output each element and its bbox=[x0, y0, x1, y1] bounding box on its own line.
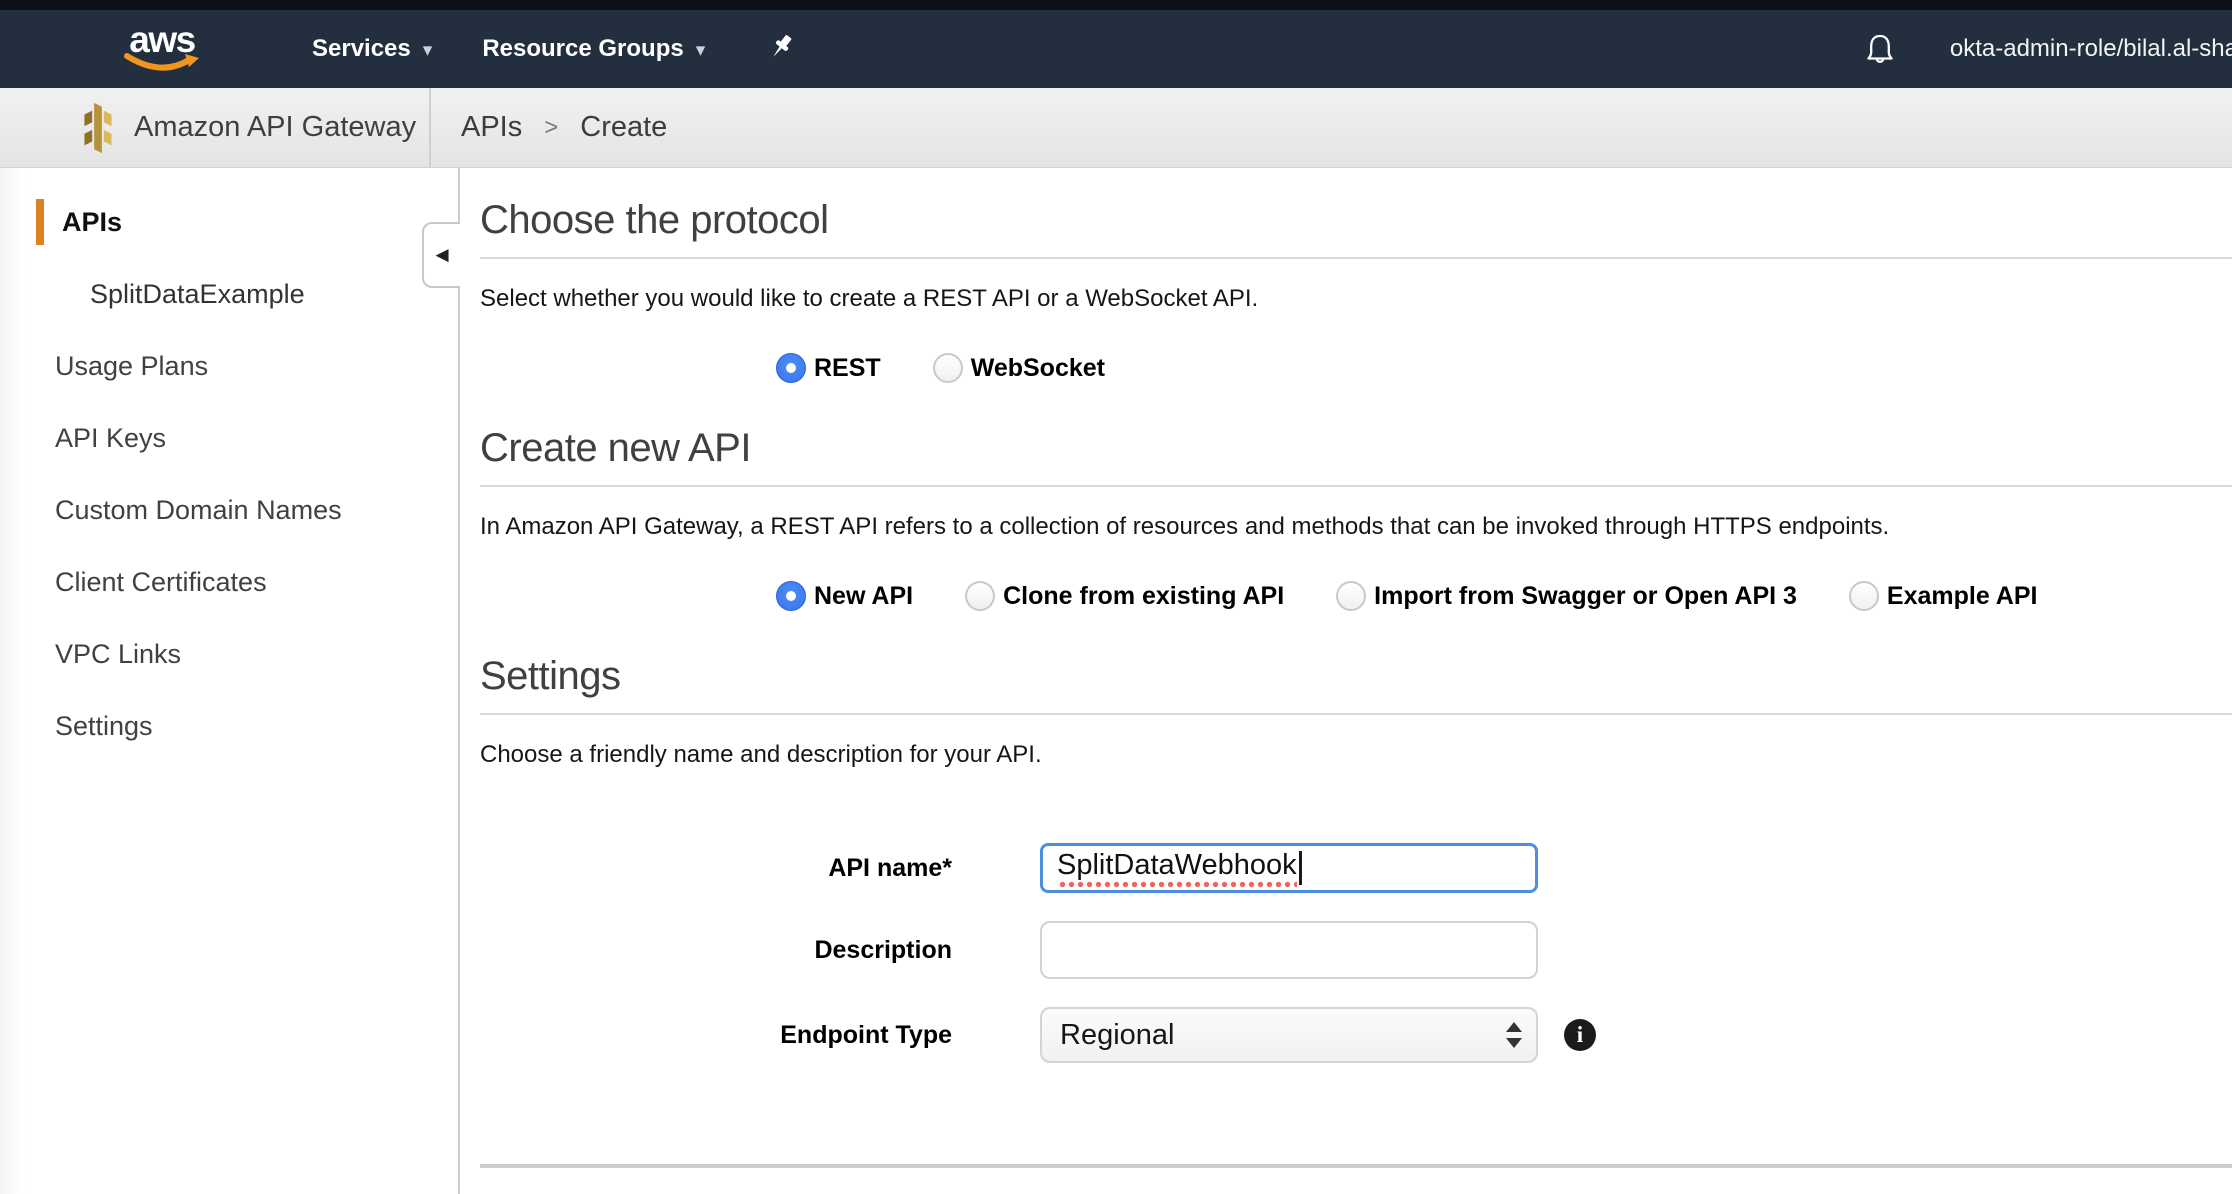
description-input[interactable] bbox=[1040, 921, 1538, 979]
sidebar-item-label: SplitDataExample bbox=[90, 279, 305, 310]
radio-option-import-swagger[interactable]: Import from Swagger or Open API 3 bbox=[1336, 581, 1797, 611]
resource-groups-caret-icon: ▾ bbox=[696, 39, 706, 61]
radio-label: Import from Swagger or Open API 3 bbox=[1374, 582, 1797, 611]
aws-logo[interactable]: aws bbox=[118, 22, 206, 73]
pin-shortcut-button[interactable] bbox=[765, 32, 797, 66]
resource-groups-label: Resource Groups bbox=[482, 35, 683, 63]
top-navbar: aws Services ▾ Resource Groups ▾ bbox=[0, 10, 2232, 88]
content-area: APIs SplitDataExample Usage Plans API Ke… bbox=[0, 168, 2232, 1194]
api-name-row: API name* SplitDataWebhook bbox=[480, 843, 2232, 893]
radio-label: REST bbox=[814, 354, 881, 383]
aws-logo-text: aws bbox=[129, 22, 194, 57]
radio-label: WebSocket bbox=[971, 354, 1105, 383]
breadcrumb-item-create: Create bbox=[580, 111, 667, 144]
radio-label: New API bbox=[814, 582, 913, 611]
breadcrumb: APIs > Create bbox=[461, 111, 667, 144]
select-arrows-icon bbox=[1506, 1022, 1522, 1048]
radio-unselected-icon[interactable] bbox=[933, 353, 963, 383]
radio-option-new-api[interactable]: New API bbox=[776, 581, 913, 611]
radio-option-example-api[interactable]: Example API bbox=[1849, 581, 2038, 611]
section-divider bbox=[480, 257, 2232, 259]
sidebar-item-label: API Keys bbox=[55, 423, 166, 454]
sidebar-collapse-button[interactable]: ◀ bbox=[422, 222, 460, 288]
sidebar-item-usage-plans[interactable]: Usage Plans bbox=[0, 330, 458, 402]
breadcrumb-item-apis[interactable]: APIs bbox=[461, 111, 522, 144]
radio-selected-icon[interactable] bbox=[776, 353, 806, 383]
radio-label: Clone from existing API bbox=[1003, 582, 1284, 611]
create-api-section-title: Create new API bbox=[480, 424, 2232, 472]
endpoint-type-select[interactable]: Regional bbox=[1040, 1007, 1538, 1063]
active-indicator bbox=[36, 199, 44, 245]
nav-item-services[interactable]: Services ▾ bbox=[312, 35, 432, 63]
service-name: Amazon API Gateway bbox=[134, 111, 416, 144]
sidebar-item-vpc-links[interactable]: VPC Links bbox=[0, 618, 458, 690]
api-name-value: SplitDataWebhook bbox=[1057, 849, 1297, 888]
api-name-label: API name* bbox=[480, 854, 952, 883]
sidebar-item-label: Usage Plans bbox=[55, 351, 208, 382]
settings-section-title: Settings bbox=[480, 652, 2232, 700]
nav-menu: Services ▾ Resource Groups ▾ bbox=[312, 10, 797, 88]
sidebar-item-client-certificates[interactable]: Client Certificates bbox=[0, 546, 458, 618]
sidebar-item-label: VPC Links bbox=[55, 639, 181, 670]
radio-unselected-icon[interactable] bbox=[1336, 581, 1366, 611]
breadcrumb-separator-icon: > bbox=[544, 114, 558, 142]
sidebar-item-label: APIs bbox=[62, 207, 122, 238]
sidebar: APIs SplitDataExample Usage Plans API Ke… bbox=[0, 168, 460, 1194]
nav-item-resource-groups[interactable]: Resource Groups ▾ bbox=[482, 35, 705, 63]
sidebar-item-custom-domain-names[interactable]: Custom Domain Names bbox=[0, 474, 458, 546]
info-icon[interactable]: i bbox=[1564, 1019, 1596, 1051]
services-label: Services bbox=[312, 35, 411, 63]
bottom-divider bbox=[480, 1164, 2232, 1168]
notifications-button[interactable] bbox=[1864, 31, 1896, 67]
sidebar-item-label: Custom Domain Names bbox=[55, 495, 342, 526]
radio-selected-icon[interactable] bbox=[776, 581, 806, 611]
window-chrome-strip bbox=[0, 0, 2232, 10]
description-label: Description bbox=[480, 936, 952, 965]
text-cursor bbox=[1299, 851, 1302, 885]
protocol-section-title: Choose the protocol bbox=[480, 196, 2232, 244]
radio-option-websocket[interactable]: WebSocket bbox=[933, 353, 1105, 383]
sidebar-item-settings[interactable]: Settings bbox=[0, 690, 458, 762]
sidebar-item-label: Settings bbox=[55, 711, 153, 742]
protocol-description: Select whether you would like to create … bbox=[480, 284, 2232, 314]
api-gateway-icon bbox=[80, 99, 116, 157]
endpoint-type-value: Regional bbox=[1060, 1019, 1174, 1052]
endpoint-type-row: Endpoint Type Regional i bbox=[480, 1007, 2232, 1063]
radio-option-clone-api[interactable]: Clone from existing API bbox=[965, 581, 1284, 611]
pushpin-icon bbox=[765, 32, 797, 66]
bell-icon bbox=[1864, 31, 1896, 67]
aws-smile-icon bbox=[123, 53, 201, 73]
endpoint-type-label: Endpoint Type bbox=[480, 1021, 952, 1050]
description-row: Description bbox=[480, 921, 2232, 979]
aws-console-window: aws Services ▾ Resource Groups ▾ bbox=[0, 0, 2232, 1194]
nav-right: okta-admin-role/bilal.al-sha bbox=[1864, 10, 2232, 88]
sidebar-item-apis[interactable]: APIs bbox=[0, 186, 458, 258]
radio-unselected-icon[interactable] bbox=[965, 581, 995, 611]
breadcrumb-bar: Amazon API Gateway APIs > Create bbox=[0, 88, 2232, 168]
radio-unselected-icon[interactable] bbox=[1849, 581, 1879, 611]
create-api-radio-group: New API Clone from existing API Import f… bbox=[776, 580, 2232, 612]
collapse-arrow-icon: ◀ bbox=[435, 245, 448, 265]
service-home-link[interactable]: Amazon API Gateway bbox=[0, 88, 431, 167]
main-panel: Choose the protocol Select whether you w… bbox=[460, 168, 2232, 1194]
protocol-radio-group: REST WebSocket bbox=[776, 352, 2232, 384]
radio-option-rest[interactable]: REST bbox=[776, 353, 881, 383]
api-name-input[interactable]: SplitDataWebhook bbox=[1040, 843, 1538, 893]
settings-form: API name* SplitDataWebhook Description E… bbox=[480, 843, 2232, 1063]
section-divider bbox=[480, 485, 2232, 487]
sidebar-item-label: Client Certificates bbox=[55, 567, 267, 598]
create-api-description: In Amazon API Gateway, a REST API refers… bbox=[480, 512, 2232, 542]
sidebar-item-api-keys[interactable]: API Keys bbox=[0, 402, 458, 474]
settings-description: Choose a friendly name and description f… bbox=[480, 740, 2232, 770]
section-divider bbox=[480, 713, 2232, 715]
radio-label: Example API bbox=[1887, 582, 2038, 611]
services-caret-icon: ▾ bbox=[423, 39, 433, 61]
sidebar-item-splitdataexample[interactable]: SplitDataExample bbox=[0, 258, 458, 330]
account-menu[interactable]: okta-admin-role/bilal.al-sha bbox=[1950, 35, 2232, 63]
